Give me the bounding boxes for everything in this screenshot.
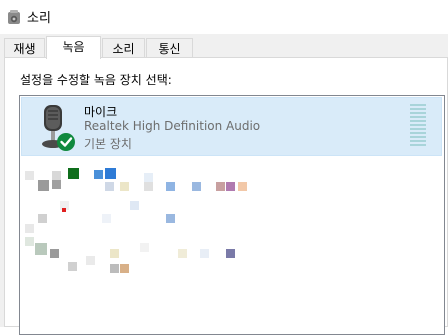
device-name: 마이크 — [84, 105, 118, 119]
instruction-label: 설정을 수정할 녹음 장치 선택: — [20, 73, 172, 87]
recording-panel: 설정을 수정할 녹음 장치 선택: 마이크 Realtek High Defin… — [4, 57, 448, 335]
microphone-icon — [42, 105, 75, 151]
speaker-icon — [8, 10, 20, 24]
default-device-check-icon — [57, 133, 75, 151]
input-level-meter — [410, 104, 426, 148]
tab-sounds[interactable]: 소리 — [102, 38, 145, 58]
device-driver: Realtek High Definition Audio — [84, 119, 261, 133]
sound-dialog: 재생 녹음 소리 통신 설정을 수정할 녹음 장치 선택: 마이크 Realte… — [0, 34, 448, 335]
title-bar: 소리 — [0, 0, 448, 34]
device-status: 기본 장치 — [84, 137, 132, 151]
device-row-microphone[interactable]: 마이크 Realtek High Definition Audio 기본 장치 — [21, 97, 442, 156]
recording-device-list[interactable]: 마이크 Realtek High Definition Audio 기본 장치 — [19, 95, 445, 335]
window-title: 소리 — [27, 11, 51, 26]
tab-playback[interactable]: 재생 — [4, 38, 45, 58]
tab-recording[interactable]: 녹음 — [46, 36, 101, 59]
tab-communications[interactable]: 통신 — [146, 38, 193, 58]
